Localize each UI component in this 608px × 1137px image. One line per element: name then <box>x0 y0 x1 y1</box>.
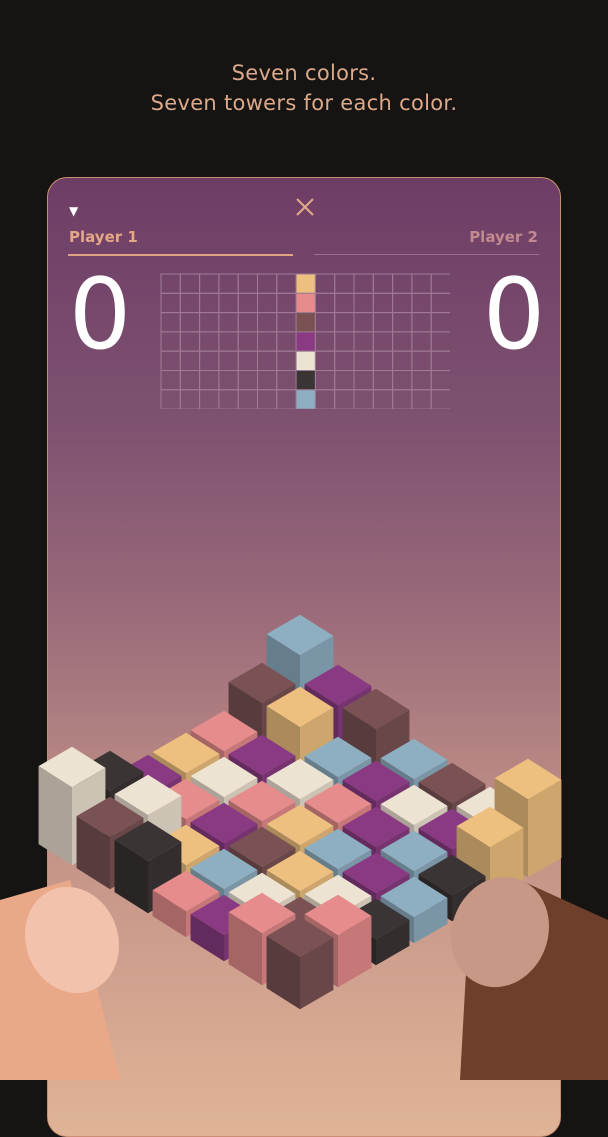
grid-cell <box>372 292 394 314</box>
grid-cell <box>276 273 297 294</box>
grid-cell <box>160 312 181 333</box>
grid-cell <box>314 292 336 314</box>
grid-cell <box>179 312 201 333</box>
grid-cell <box>179 292 201 314</box>
grid-cell <box>334 312 355 333</box>
grid-cell <box>353 312 374 333</box>
grid-cell <box>218 312 239 333</box>
caption-line-1: Seven colors. <box>231 61 377 85</box>
grid-cell <box>372 273 394 294</box>
grid-cell <box>199 273 220 294</box>
grid-cell <box>430 312 450 333</box>
grid-cell <box>218 292 239 314</box>
grid-cell <box>237 273 258 294</box>
grid-cell <box>218 273 239 294</box>
grid-cell <box>353 292 374 314</box>
grid-cell <box>160 292 181 314</box>
grid-cell <box>314 312 336 333</box>
grid-cell <box>160 273 181 294</box>
grid-cell <box>430 273 450 294</box>
player-2-tab[interactable]: Player 2 <box>469 228 538 246</box>
grid-cell <box>314 273 336 294</box>
color-swatch <box>295 273 316 294</box>
grid-cell <box>257 292 278 314</box>
triangle-down-icon[interactable]: ▼ <box>69 204 78 218</box>
grid-cell <box>392 312 413 333</box>
grid-cell <box>372 312 394 333</box>
grid-cell <box>411 273 432 294</box>
caption: Seven colors. Seven towers for each colo… <box>0 58 608 118</box>
close-icon[interactable] <box>292 194 318 220</box>
grid-cell <box>199 292 220 314</box>
grid-cell <box>411 292 432 314</box>
color-swatch <box>295 312 316 333</box>
grid-cell <box>257 312 278 333</box>
color-swatch <box>295 292 316 314</box>
grid-cell <box>334 292 355 314</box>
grid-cell <box>257 273 278 294</box>
player-1-tab[interactable]: Player 1 <box>69 228 138 246</box>
grid-cell <box>353 273 374 294</box>
grid-cell <box>392 273 413 294</box>
grid-cell <box>237 292 258 314</box>
caption-line-2: Seven towers for each color. <box>150 91 458 115</box>
grid-cell <box>276 312 297 333</box>
grid-cell <box>237 312 258 333</box>
grid-cell <box>276 292 297 314</box>
player-1-underline <box>68 254 293 256</box>
grid-cell <box>411 312 432 333</box>
grid-cell <box>179 273 201 294</box>
grid-cell <box>199 312 220 333</box>
grid-cell <box>430 292 450 314</box>
grid-cell <box>392 292 413 314</box>
tower-board[interactable] <box>0 330 608 1080</box>
player-2-underline <box>314 254 539 255</box>
grid-cell <box>334 273 355 294</box>
